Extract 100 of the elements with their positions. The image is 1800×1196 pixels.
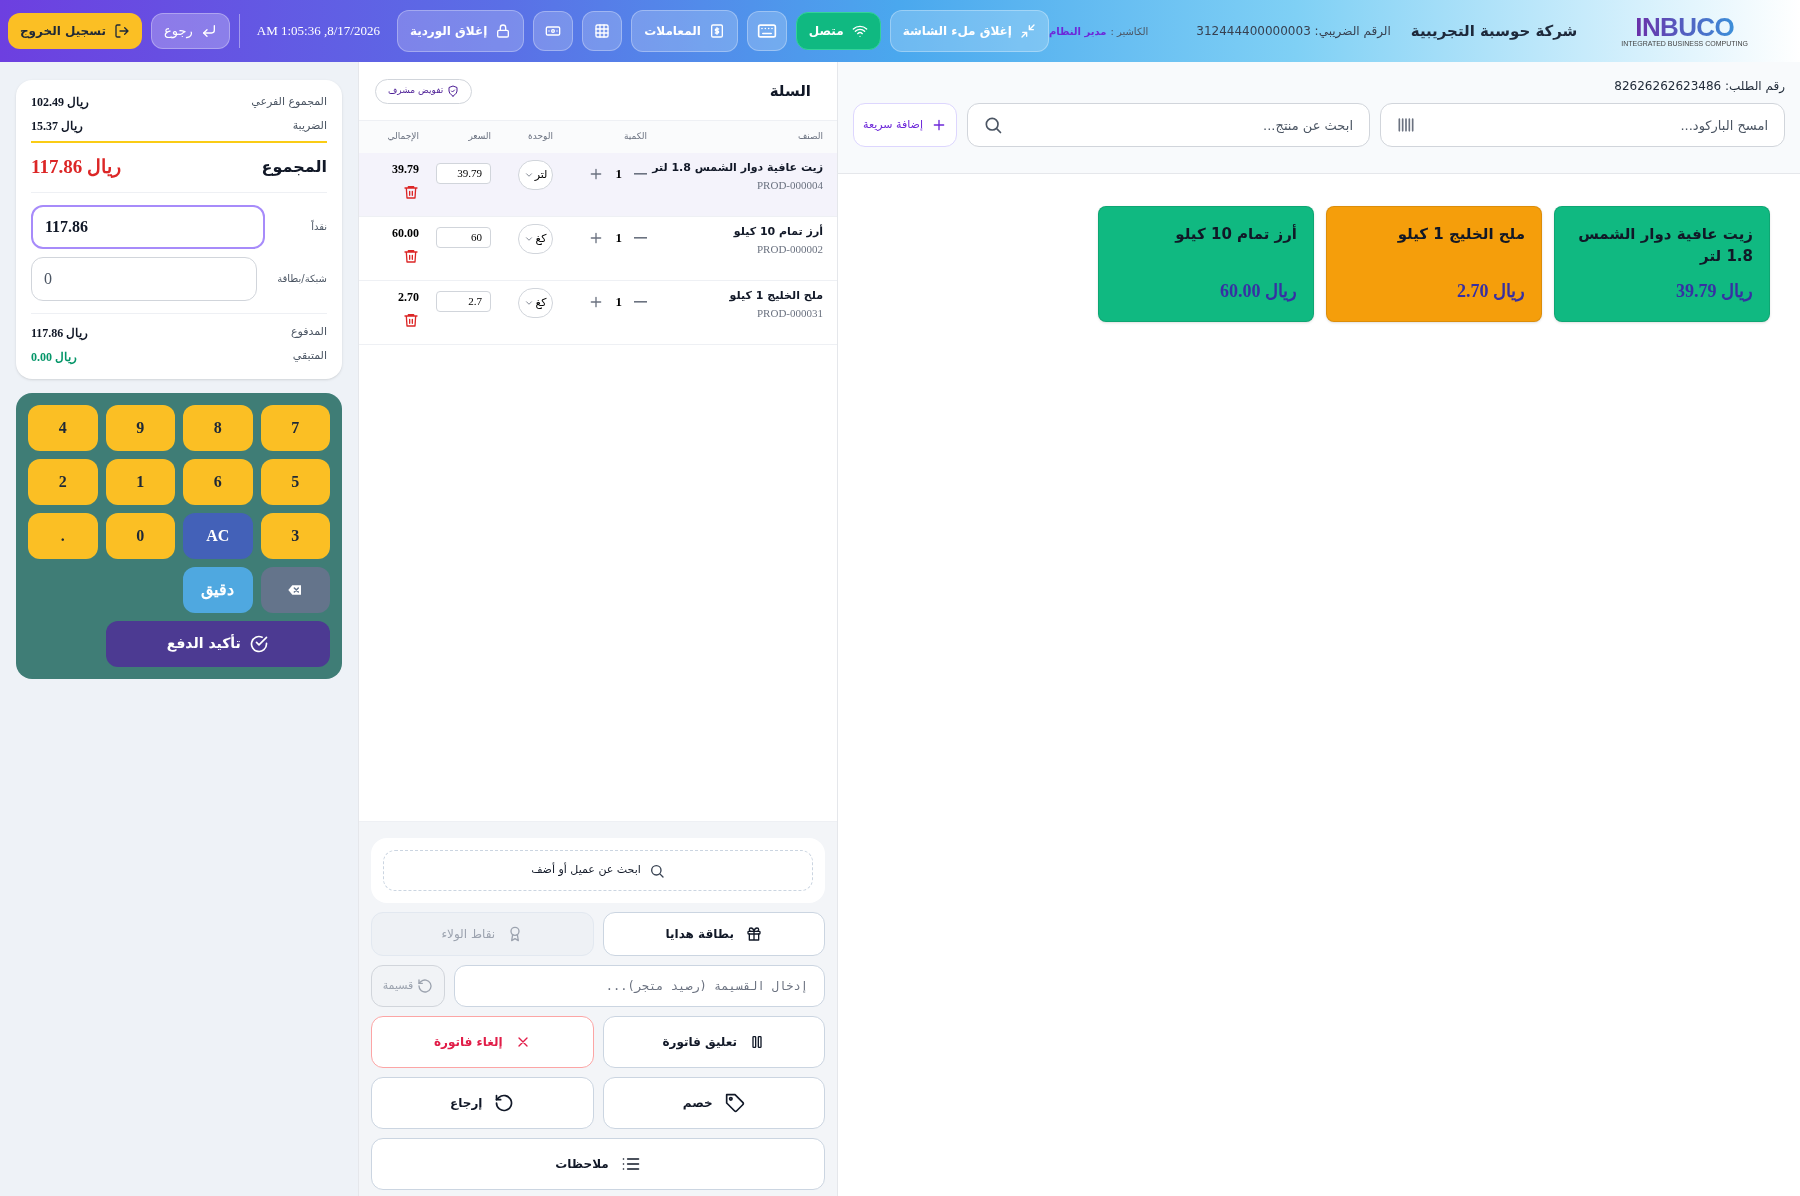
summary-label: المجموع الفرعي: [251, 93, 327, 110]
customer-search-button[interactable]: ابحث عن عميل أو أضف: [383, 850, 813, 891]
refund-button[interactable]: إرجاع: [371, 1077, 594, 1129]
rotate-icon: [417, 978, 434, 994]
gift-card-button[interactable]: بطاقة هدايا: [602, 912, 825, 956]
product-price: 60.00 ريال: [1220, 280, 1297, 304]
delete-button[interactable]: [403, 184, 419, 200]
total-label: المجموع: [261, 156, 327, 179]
trash-icon: [403, 312, 419, 328]
logout-button[interactable]: تسجيل الخروج: [7, 13, 142, 49]
summary-value: 15.37 ريال: [31, 118, 83, 135]
cancel-invoice-button[interactable]: إلغاء فاتورة: [371, 1016, 594, 1068]
backspace-key[interactable]: [260, 566, 330, 613]
date-time: 8/17/2026, 1:05:36 AM: [255, 22, 381, 41]
price-field[interactable]: 60: [436, 226, 491, 248]
summary-value: 102.49 ريال: [31, 94, 89, 111]
product-price: 39.79 ريال: [1676, 280, 1753, 304]
item-quantity: 1: [615, 165, 622, 183]
keypad-key[interactable]: 0: [105, 512, 175, 559]
gift-icon: [745, 926, 762, 942]
item-quantity: 1: [615, 229, 622, 247]
product-card[interactable]: زيت عافية دوار الشمس 1.8 لتر 39.79 ريال: [1554, 206, 1770, 322]
payment-label: شبكة/بطاقة: [276, 272, 327, 286]
keypad-key[interactable]: 9: [105, 404, 175, 451]
keypad-key[interactable]: .: [28, 512, 98, 559]
plus-icon: [931, 117, 947, 133]
item-code: PROD-000004: [757, 177, 823, 193]
order-number: رقم الطلب: 82626262623486: [1614, 78, 1785, 95]
product-name: ملح الخليج 1 كيلو: [1396, 224, 1525, 245]
chevron-down-icon: [524, 298, 535, 308]
rotate-icon: [494, 1093, 515, 1113]
cart-title: السلة: [769, 80, 811, 102]
voucher-field[interactable]: إدخال القسيمة (رصيد متجر)...: [454, 965, 825, 1007]
tax-number: الرقم الضريبي: 312444400000003: [1196, 23, 1391, 40]
item-total: 39.79: [392, 161, 419, 178]
payment-field[interactable]: 117.86: [31, 204, 265, 249]
keypad-key[interactable]: 3: [260, 512, 330, 559]
notes-button[interactable]: ملاحظات: [371, 1138, 825, 1190]
product-name: زيت عافية دوار الشمس 1.8 لتر: [1577, 224, 1753, 267]
search-icon: [648, 862, 665, 879]
quick-add-button[interactable]: إضافة سريعة: [853, 103, 957, 147]
keypad-key[interactable]: AC: [183, 512, 253, 559]
decrease-button[interactable]: [634, 236, 647, 239]
return-arrow-icon: [200, 23, 217, 39]
lock-icon: [495, 23, 512, 39]
keypad-key[interactable]: 7: [260, 404, 330, 451]
keypad-key[interactable]: 5: [260, 458, 330, 505]
payment-field[interactable]: 0: [31, 256, 257, 301]
summary-label: المدفوع: [290, 324, 327, 341]
confirm-payment-button[interactable]: تأكيد الدفع: [105, 620, 330, 667]
cashier-name: مدير النظام: [1048, 24, 1107, 39]
delete-button[interactable]: [403, 312, 419, 328]
decrease-button[interactable]: [634, 172, 647, 175]
dollar-icon: [708, 23, 725, 39]
unit-dropdown[interactable]: كغ: [518, 224, 553, 254]
grid-button[interactable]: [582, 11, 623, 51]
item-code: PROD-000031: [757, 305, 823, 321]
trash-icon: [403, 248, 419, 264]
barcode-field[interactable]: امسح الباركود...: [1380, 103, 1785, 147]
keypad-key[interactable]: 4: [28, 404, 98, 451]
summary-label: الضريبة: [292, 117, 327, 134]
summary-value: 0.00 ريال: [31, 348, 77, 366]
barcode-icon: [1396, 115, 1416, 135]
keypad-key[interactable]: 2: [28, 458, 98, 505]
chevron-down-icon: [523, 170, 534, 180]
product-price: 2.70 ريال: [1457, 280, 1525, 304]
minimize-icon: [1019, 23, 1036, 39]
keypad-key[interactable]: 8: [183, 404, 253, 451]
logout-icon: [113, 23, 130, 39]
decrease-button[interactable]: [634, 300, 647, 303]
product-name: أرز تمام 10 كيلو: [1173, 223, 1297, 245]
product-search-field[interactable]: ابحث عن منتج...: [967, 103, 1370, 147]
discount-button[interactable]: خصم: [602, 1077, 825, 1129]
payment-label: نقداً: [310, 219, 327, 234]
cash-icon: [545, 23, 562, 39]
chevron-down-icon: [524, 234, 535, 244]
minus-icon: [634, 236, 647, 239]
keyboard-button[interactable]: [746, 11, 787, 51]
summary-value: 117.86 ريال: [31, 324, 89, 342]
cashier-label: الكاشير :: [1110, 24, 1150, 39]
cash-button[interactable]: [533, 11, 574, 51]
column-header: الكمية: [623, 130, 647, 144]
unit-dropdown[interactable]: لتر: [518, 160, 553, 190]
delete-button[interactable]: [403, 248, 419, 264]
minus-icon: [634, 300, 647, 303]
tag-icon: [724, 1093, 745, 1113]
search-icon: [983, 115, 1003, 135]
keyboard-icon: [756, 21, 777, 41]
product-card[interactable]: ملح الخليج 1 كيلو 2.70 ريال: [1326, 206, 1542, 322]
unit-dropdown[interactable]: كغ: [518, 288, 553, 318]
check-circle-icon: [248, 633, 269, 654]
total-value: 117.86 ريال: [31, 155, 121, 180]
price-field[interactable]: 2.7: [436, 290, 491, 312]
column-header: الصنف: [796, 130, 823, 144]
hold-invoice-button[interactable]: تعليق فاتورة: [602, 1016, 825, 1068]
price-field[interactable]: 39.79: [436, 162, 491, 184]
product-card[interactable]: أرز تمام 10 كيلو 60.00 ريال: [1098, 206, 1314, 322]
keypad-key[interactable]: 6: [183, 458, 253, 505]
keypad-key[interactable]: 1: [105, 458, 175, 505]
column-header: الإجمالي: [386, 130, 419, 144]
